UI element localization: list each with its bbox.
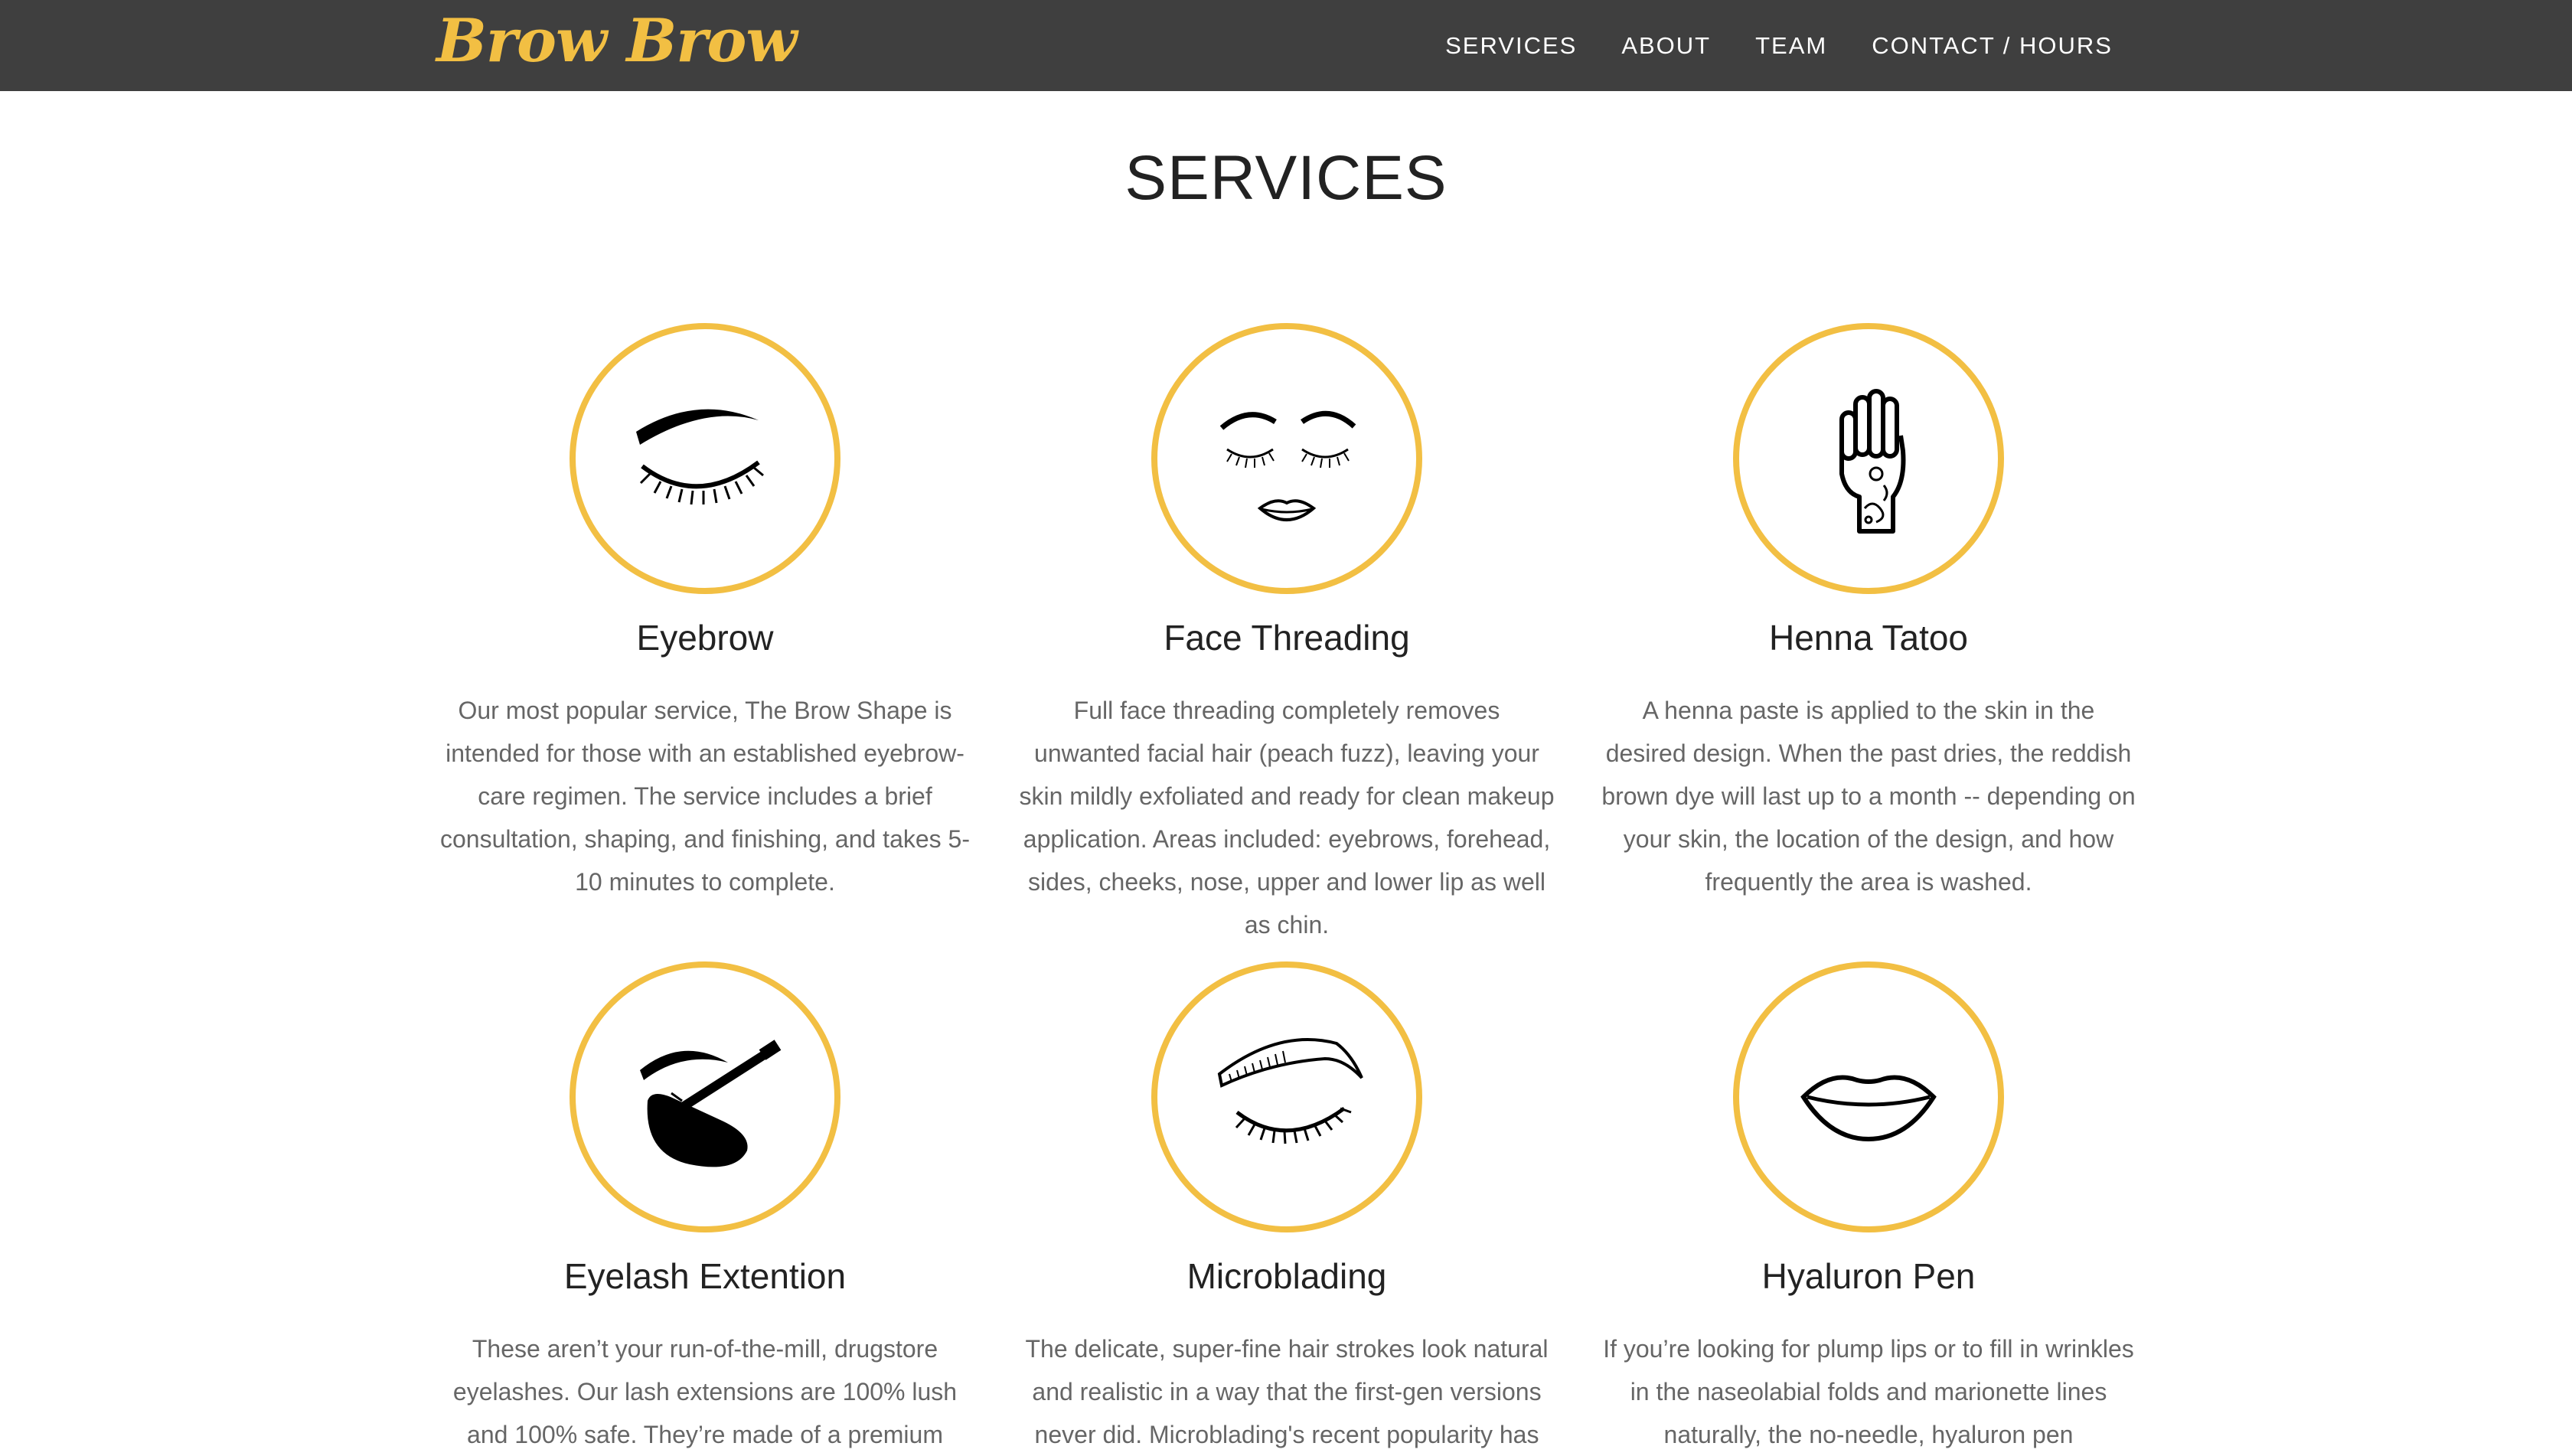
service-icon-circle [1733,961,2004,1232]
service-description: Our most popular service, The Brow Shape… [439,697,970,896]
nav-link-team[interactable]: TEAM [1755,32,1827,60]
service-description: If you’re looking for plump lips or to f… [1603,1335,2134,1448]
microblading-icon [1217,1038,1363,1144]
service-icon-circle [570,323,840,594]
nav-link-about[interactable]: ABOUT [1621,32,1711,60]
service-description: Full face threading completely removes u… [1019,697,1555,939]
face-icon [1219,410,1356,521]
service-description: These aren’t your run-of-the-mill, drugs… [452,1335,958,1448]
service-title: Hyaluron Pen [1761,1256,1976,1296]
service-icon-circle [570,961,840,1232]
service-description: A henna paste is applied to the skin in … [1601,697,2136,896]
service-title: Eyebrow [636,618,774,658]
henna-hand-icon [1839,389,1906,534]
page-title: SERVICES [1124,143,1448,213]
lips-icon [1800,1075,1937,1142]
navbar: Brow Brow SERVICES ABOUT TEAM CONTACT / … [0,0,2572,91]
service-icon-circle [1151,961,1422,1232]
service-title: Henna Tatoo [1768,618,1969,658]
service-title: Microblading [1186,1256,1387,1296]
eyelash-extension-icon [640,1040,782,1167]
nav-link-contact-hours[interactable]: CONTACT / HOURS [1872,32,2113,60]
brand-logo[interactable]: Brow Brow [436,6,798,76]
service-description: The delicate, super-fine hair strokes lo… [1025,1335,1549,1448]
service-title: Face Threading [1164,618,1410,658]
nav-links: SERVICES ABOUT TEAM CONTACT / HOURS [1401,32,2113,60]
service-icon-circle [1733,323,2004,594]
eyebrow-icon [636,409,764,505]
nav-link-services[interactable]: SERVICES [1445,32,1577,60]
service-icon-circle [1151,323,1422,594]
service-title: Eyelash Extention [563,1256,847,1296]
